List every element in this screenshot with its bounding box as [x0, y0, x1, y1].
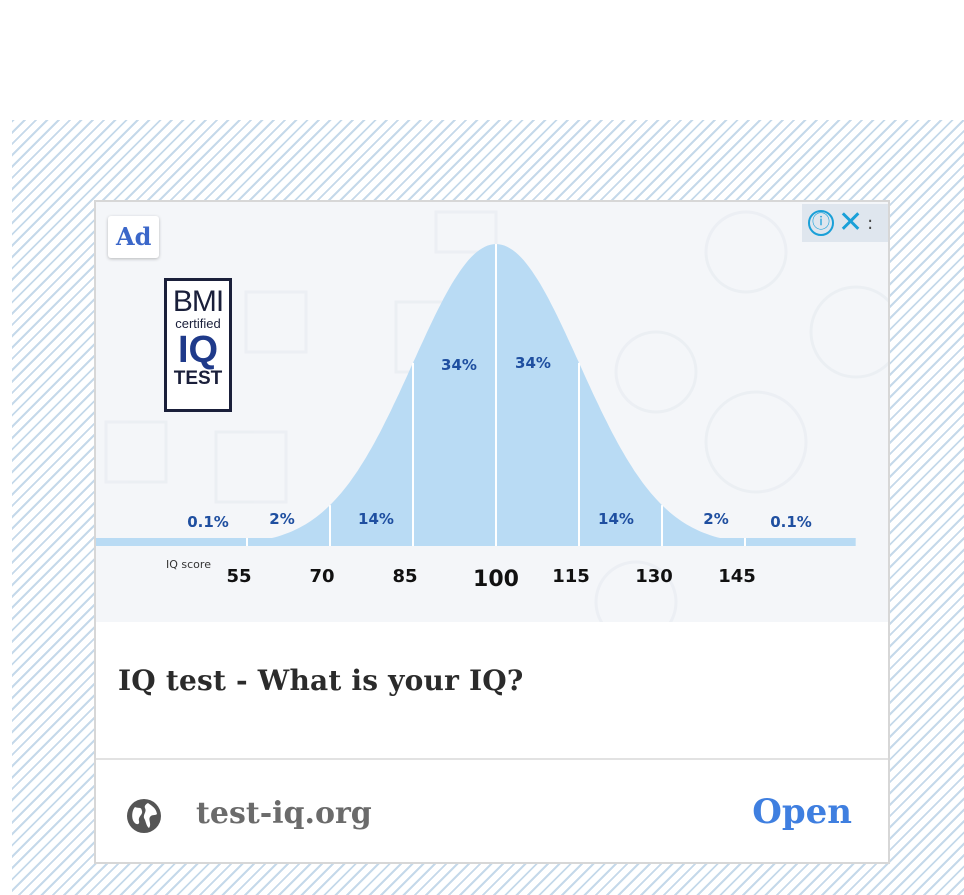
x-tick-label: 130: [635, 566, 673, 587]
logo-line-iq: IQ: [177, 329, 219, 371]
segment-percent-label: 2%: [703, 510, 728, 528]
ad-badge: Ad: [108, 216, 160, 258]
x-tick-label: 100: [473, 567, 519, 592]
segment-percent-label: 0.1%: [770, 513, 812, 531]
ad-headline[interactable]: IQ test - What is your IQ?: [118, 664, 523, 697]
ad-card[interactable]: 0.1% 2% 14% 34% 34% 14% 2% 0.1% IQ score 55 70 85 10…: [94, 200, 890, 864]
logo-line-test: TEST: [173, 368, 223, 389]
info-icon[interactable]: ⓘ: [808, 210, 834, 236]
more-options-icon[interactable]: :: [867, 213, 873, 234]
segment-percent-label: 34%: [441, 356, 477, 374]
bmi-certified-logo: BMI certified IQ TEST: [164, 278, 232, 412]
x-tick-label: 70: [309, 566, 334, 587]
segment-percent-label: 34%: [515, 354, 551, 372]
close-icon[interactable]: ✕: [838, 208, 863, 238]
adchoices-bar[interactable]: ⓘ ✕ :: [802, 204, 888, 242]
segment-percent-label: 14%: [598, 510, 634, 528]
ad-footer[interactable]: test-iq.org Open: [96, 760, 888, 862]
ad-image[interactable]: 0.1% 2% 14% 34% 34% 14% 2% 0.1% IQ score 55 70 85 10…: [96, 202, 888, 622]
logo-line-bmi: BMI: [172, 285, 224, 318]
segment-percent-label: 14%: [358, 510, 394, 528]
x-tick-label: 145: [718, 566, 756, 587]
segment-percent-label: 0.1%: [187, 513, 229, 531]
open-button[interactable]: Open: [752, 792, 852, 832]
x-axis-label: IQ score: [166, 558, 211, 571]
x-tick-label: 115: [552, 566, 590, 587]
x-tick-label: 85: [392, 566, 417, 587]
iq-distribution-chart: 0.1% 2% 14% 34% 34% 14% 2% 0.1% IQ score 55 70 85 10…: [96, 210, 888, 622]
segment-percent-label: 2%: [269, 510, 294, 528]
advertiser-domain[interactable]: test-iq.org: [196, 796, 372, 831]
globe-icon: [127, 799, 161, 833]
x-tick-label: 55: [226, 566, 251, 587]
